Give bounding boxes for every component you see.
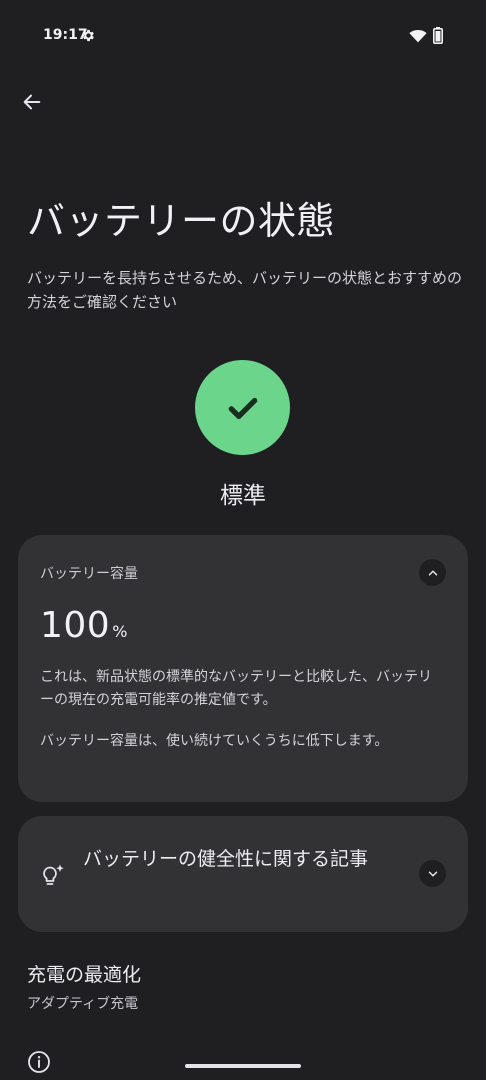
battery-icon [433, 27, 443, 44]
capacity-unit: % [112, 622, 128, 641]
battery-health-screen: 19:17 バッテリーの状態 バッテリーを長持ちさせるため、バッテリーの状態とお… [0, 0, 486, 1080]
health-status-indicator [195, 360, 290, 455]
capacity-value: 100% [40, 605, 127, 646]
capacity-title: バッテリー容量 [40, 566, 138, 582]
battery-capacity-card: バッテリー容量 100% これは、新品状態の標準的なバッテリーと比較した、バッテ… [18, 535, 468, 802]
page-title: バッテリーの状態 [27, 199, 336, 243]
expand-button[interactable] [419, 860, 446, 887]
status-bar: 19:17 [0, 0, 486, 72]
gear-icon [83, 29, 94, 42]
chevron-down-icon [428, 870, 437, 877]
arrow-left-icon [23, 94, 41, 110]
capacity-number: 100 [40, 605, 111, 646]
wifi-icon [409, 29, 427, 43]
article-title: バッテリーの健全性に関する記事 [83, 848, 369, 870]
chevron-up-icon [428, 569, 437, 576]
charging-optimization-subtitle: アダプティブ充電 [27, 996, 139, 1012]
lightbulb-sparkle-icon [43, 864, 64, 885]
back-button[interactable] [12, 82, 52, 122]
health-article-card[interactable]: バッテリーの健全性に関する記事 [18, 816, 468, 932]
charging-optimization-title[interactable]: 充電の最適化 [27, 960, 141, 987]
capacity-note: バッテリー容量は、使い続けていくうちに低下します。 [40, 733, 389, 749]
home-indicator[interactable] [185, 1064, 301, 1068]
collapse-button[interactable] [419, 559, 446, 586]
capacity-explanation: これは、新品状態の標準的なバッテリーと比較した、バッテリーの現在の充電可能率の推… [40, 669, 432, 708]
page-description: バッテリーを長持ちさせるため、バッテリーの状態とおすすめの方法をご確認ください [27, 269, 463, 311]
health-status-label: 標準 [220, 483, 266, 509]
check-icon [228, 397, 257, 419]
info-icon [28, 1051, 50, 1073]
